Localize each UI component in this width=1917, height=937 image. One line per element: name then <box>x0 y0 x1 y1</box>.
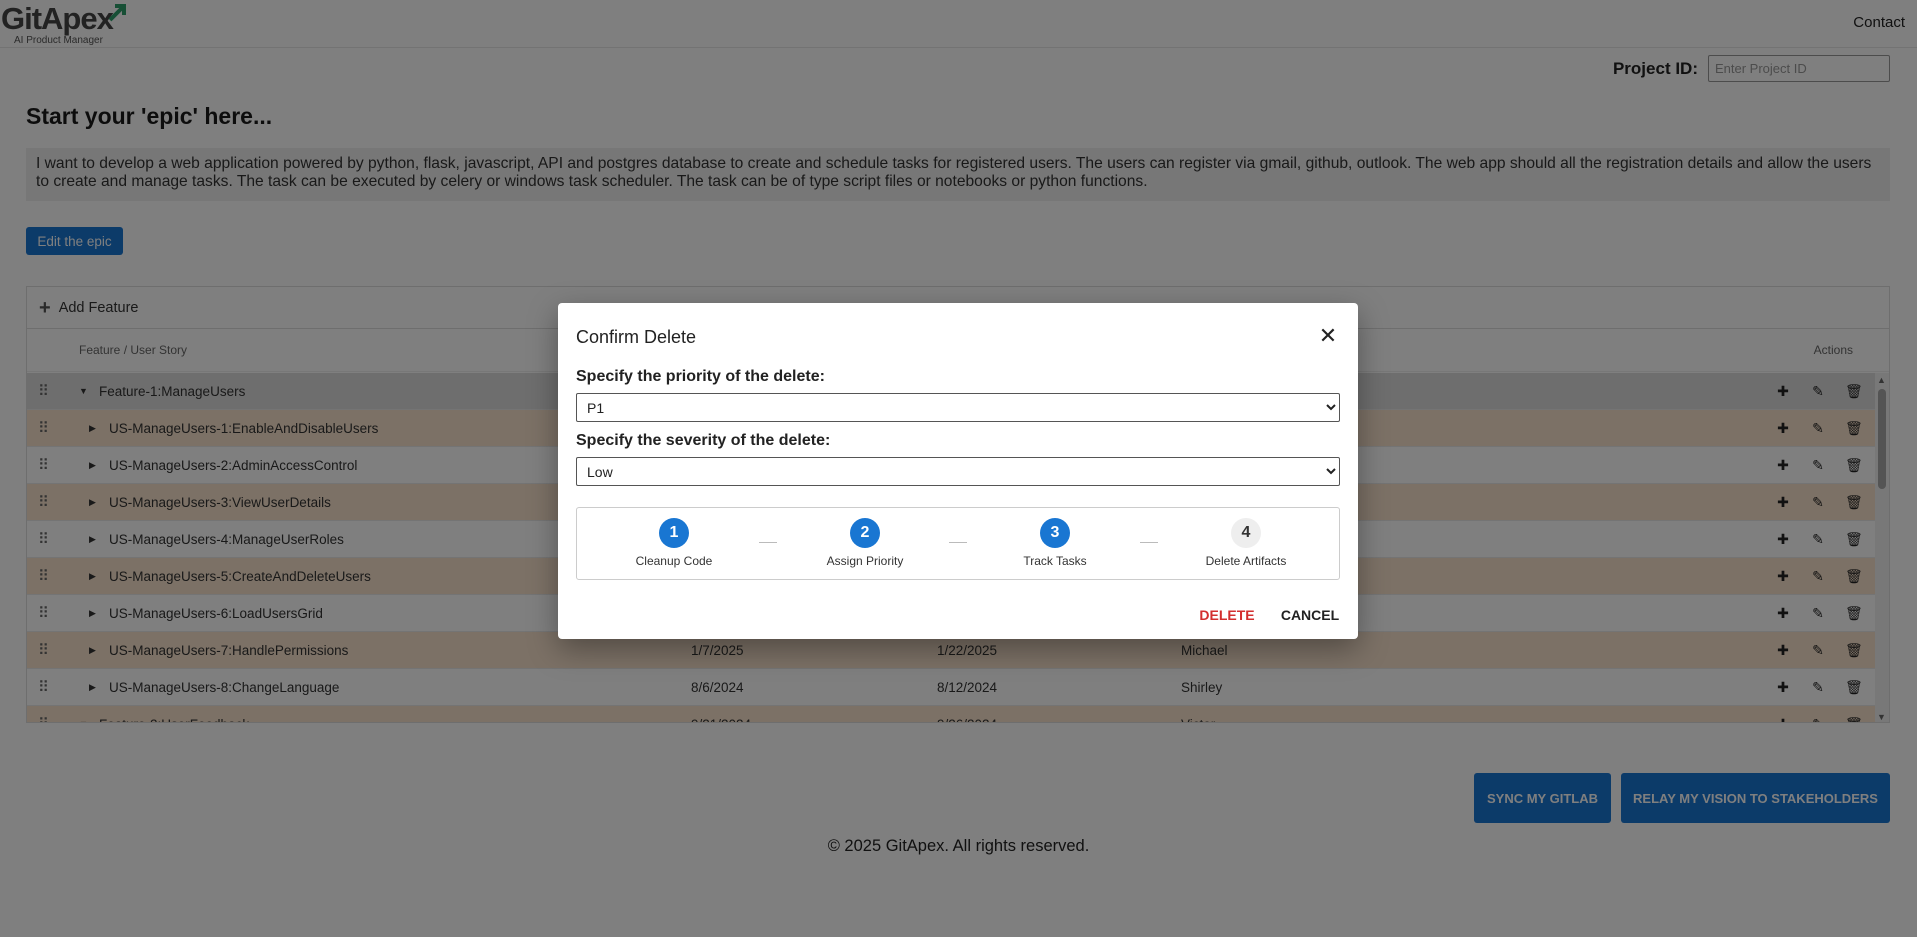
step-cleanup-code: 1 Cleanup Code <box>604 518 744 568</box>
priority-label: Specify the priority of the delete: <box>576 368 825 385</box>
cancel-button[interactable]: CANCEL <box>1279 603 1341 627</box>
dialog-title: Confirm Delete <box>576 327 697 347</box>
step-label: Assign Priority <box>826 554 904 568</box>
step-connector <box>759 542 777 543</box>
step-label: Delete Artifacts <box>1205 554 1287 568</box>
step-label: Track Tasks <box>1023 554 1087 568</box>
step-delete-artifacts: 4 Delete Artifacts <box>1176 518 1316 568</box>
step-number-badge: 3 <box>1040 518 1070 548</box>
step-connector <box>1140 542 1158 543</box>
close-icon[interactable]: ✕ <box>1316 323 1340 349</box>
confirm-delete-dialog: Confirm Delete ✕ Specify the priority of… <box>558 303 1358 639</box>
step-assign-priority: 2 Assign Priority <box>795 518 935 568</box>
severity-label: Specify the severity of the delete: <box>576 432 831 449</box>
step-label: Cleanup Code <box>635 554 713 568</box>
delete-stepper: 1 Cleanup Code 2 Assign Priority 3 Track… <box>576 507 1340 580</box>
step-number-badge: 1 <box>659 518 689 548</box>
step-track-tasks: 3 Track Tasks <box>985 518 1125 568</box>
step-number-badge: 2 <box>850 518 880 548</box>
severity-select[interactable]: Low <box>576 457 1340 486</box>
priority-select[interactable]: P1 <box>576 393 1340 422</box>
step-number-badge: 4 <box>1231 518 1261 548</box>
delete-button[interactable]: DELETE <box>1197 603 1257 627</box>
step-connector <box>949 542 967 543</box>
